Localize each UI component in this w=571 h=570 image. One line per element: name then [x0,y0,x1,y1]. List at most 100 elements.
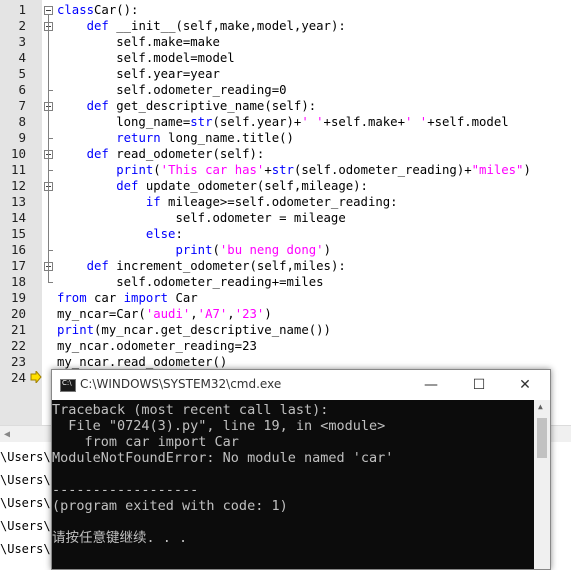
line-number: 21 [10,322,26,337]
line-number: 10 [10,146,26,161]
console-line: Traceback (most recent call last): [52,402,329,418]
background-path-text: \Users\d [0,496,58,510]
keyword-token: print [175,243,213,257]
code-token: self.odometer = mileage [57,211,346,225]
code-line[interactable]: long_name=str(self.year)+' '+self.make+'… [57,114,509,130]
code-token: +self.make+ [323,115,405,129]
fold-end [48,250,53,251]
code-line[interactable]: my_ncar=Car('audi','A7','23') [57,306,272,322]
code-token: self.odometer_reading+=miles [57,275,324,289]
scroll-left-icon[interactable]: ◀ [4,429,10,440]
keyword-token: else [145,227,176,241]
code-line[interactable]: self.odometer_reading=0 [57,82,287,98]
fold-guide [48,271,49,282]
code-token: get_descriptive_name(self): [108,99,317,113]
code-token: : [175,227,183,241]
string-token: 'A7' [197,307,228,321]
code-line[interactable]: if mileage>=self.odometer_reading: [57,194,398,210]
console-output[interactable]: Traceback (most recent call last): File … [52,400,534,569]
line-number: 2 [18,18,26,33]
maximize-button[interactable]: ☐ [456,370,502,400]
line-number: 18 [10,274,26,289]
console-line: ------------------ [52,482,199,498]
vertical-scrollbar[interactable]: ▲ [534,400,550,569]
code-line[interactable]: def __init__(self,make,model,year): [57,18,346,34]
fold-end [48,282,53,283]
fold-guide [48,191,49,250]
code-line[interactable]: def update_odometer(self,mileage): [57,178,368,194]
code-line[interactable]: return long_name.title() [57,130,294,146]
code-token: Car [168,291,198,305]
code-token: read_odometer(self): [108,147,265,161]
string-token: 'This car has' [160,163,265,177]
code-line[interactable]: def increment_odometer(self,miles): [57,258,346,274]
code-token: my_ncar.odometer_reading=23 [57,339,257,353]
fold-guide [48,111,49,138]
code-token: car [86,291,124,305]
minimize-button[interactable]: — [408,370,454,400]
console-line: 请按任意键继续. . . [52,530,188,546]
line-number: 4 [18,50,26,65]
scrollbar-thumb[interactable] [537,418,547,458]
code-editor[interactable]: 1 2 3 4 5 6 7 8 9 10 11 12 13 14 15 16 17 18 19 20 21 22 23 24 … [0,0,571,442]
line-number: 19 [10,290,26,305]
code-token: (my_ncar.get_descriptive_name()) [94,323,331,337]
code-line[interactable]: self.make=make [57,34,220,50]
background-path-text: \Users\d [0,473,58,487]
keyword-token: from [57,291,87,305]
code-token: (self.year)+ [212,115,302,129]
keyword-token: def [86,99,109,113]
keyword-token: return [116,131,161,145]
code-line[interactable]: print('This car has'+str(self.odometer_r… [57,162,531,178]
code-line[interactable]: from car import Car [57,290,198,306]
code-line[interactable]: def read_odometer(self): [57,146,265,162]
background-path-text: \Users\d [0,450,58,464]
code-token: +self.model [427,115,509,129]
code-line[interactable]: my_ncar.odometer_reading=23 [57,338,257,354]
code-line[interactable]: self.odometer = mileage [57,210,346,226]
close-button[interactable]: ✕ [502,370,548,400]
line-number: 14 [10,210,26,225]
code-token: + [264,163,272,177]
line-number: 9 [18,130,26,145]
cmd-icon [60,379,76,392]
code-line[interactable]: def get_descriptive_name(self): [57,98,317,114]
line-number: 15 [10,226,26,241]
code-token: (): [116,3,139,17]
background-path-text: \Users\d [0,542,58,556]
keyword-token: if [145,195,161,209]
code-line[interactable]: print(my_ncar.get_descriptive_name()) [57,322,331,338]
cmd-titlebar[interactable]: C:\WINDOWS\SYSTEM32\cmd.exe — ☐ ✕ [52,370,550,400]
code-line[interactable]: self.odometer_reading+=miles [57,274,324,290]
code-line[interactable]: classCar(): [57,2,138,18]
string-token: "miles" [471,163,524,177]
code-token: my_ncar=Car( [57,307,146,321]
code-token: my_ncar.read_odometer() [57,355,228,369]
cmd-window[interactable]: C:\WINDOWS\SYSTEM32\cmd.exe — ☐ ✕ Traceb… [51,369,551,570]
code-token: , [227,307,235,321]
scroll-up-icon[interactable]: ▲ [538,402,543,411]
line-number: 6 [18,82,26,97]
code-token: , [190,307,198,321]
code-line[interactable]: self.year=year [57,66,220,82]
code-token: self.make=make [57,35,220,49]
code-token: ) [264,307,272,321]
code-line[interactable]: print('bu neng dong') [57,242,331,258]
code-line[interactable]: my_ncar.read_odometer() [57,354,227,370]
code-token: self.odometer_reading=0 [57,83,287,97]
line-number: 20 [10,306,26,321]
line-number: 16 [10,242,26,257]
code-line[interactable]: else: [57,226,183,242]
fold-end [48,90,53,91]
line-number: 17 [10,258,26,273]
fold-toggle-icon[interactable] [44,6,53,15]
code-line[interactable]: self.model=model [57,50,234,66]
